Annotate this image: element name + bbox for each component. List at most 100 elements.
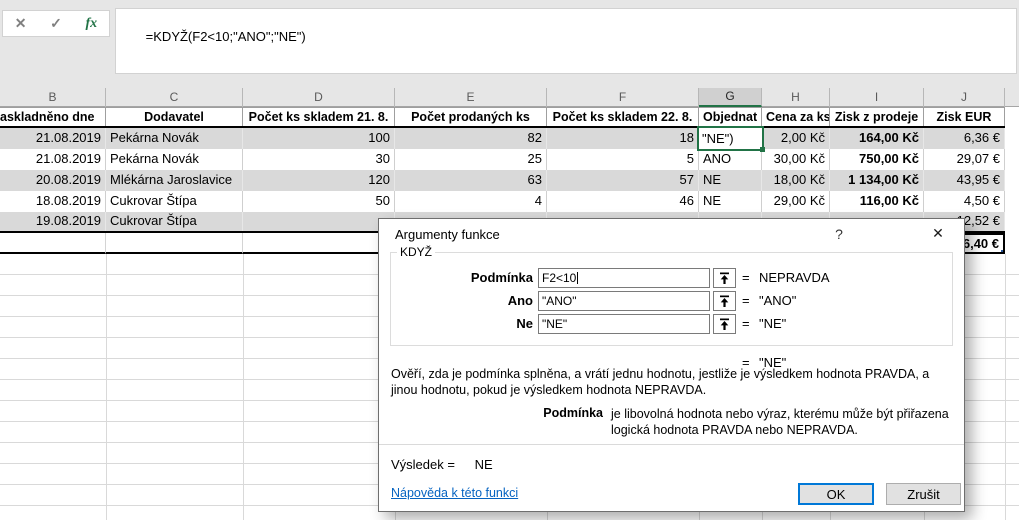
table-row: 21.08.2019 Pekárna Novák 30 25 5 ANO 30,… [0, 149, 1005, 170]
cell[interactable]: 63 [395, 170, 547, 191]
table-header-cell[interactable]: askladněno dne [0, 108, 106, 126]
cell[interactable]: 29,07 € [924, 149, 1005, 170]
column-header-g-selected[interactable]: G [699, 88, 762, 107]
column-header-d[interactable]: D [243, 88, 395, 107]
ne-value: "NE" [542, 317, 567, 331]
cell[interactable]: NE [699, 191, 762, 212]
cell[interactable]: 116,00 Kč [830, 191, 924, 212]
ano-input[interactable]: "ANO" [538, 291, 710, 311]
refedit-icon [719, 318, 730, 331]
close-icon[interactable]: ✕ [925, 225, 951, 242]
cell[interactable]: 1 134,00 Kč [830, 170, 924, 191]
cell[interactable]: 19.08.2019 [0, 212, 106, 231]
cell[interactable]: ANO [699, 149, 762, 170]
cell[interactable]: 18.08.2019 [0, 191, 106, 212]
cell[interactable]: 50 [243, 191, 395, 212]
collapse-dialog-button[interactable] [713, 314, 736, 334]
cancel-button[interactable]: Zrušit [886, 483, 961, 505]
cell[interactable]: 4 [395, 191, 547, 212]
table-header-cell[interactable]: Cena za ks [762, 108, 830, 126]
argument-label: Ne [391, 314, 533, 334]
cell[interactable]: Cukrovar Štípa [106, 212, 243, 231]
cell[interactable]: 43,95 € [924, 170, 1005, 191]
cell[interactable]: 6,36 € [924, 128, 1005, 149]
cell[interactable] [243, 212, 395, 231]
column-header-b[interactable]: B [0, 88, 106, 107]
cell[interactable]: 18 [547, 128, 699, 149]
refedit-icon [719, 295, 730, 308]
active-cell-g2[interactable]: "NE") [697, 126, 764, 151]
result-label: Výsledek = [391, 457, 455, 472]
table-header-cell[interactable]: Dodavatel [106, 108, 243, 126]
confirm-icon[interactable]: ✓ [50, 15, 62, 32]
argument-help-label: Podmínka [391, 406, 603, 420]
help-icon[interactable]: ? [829, 226, 849, 242]
formula-bar-buttons: ✕ ✓ fx [2, 10, 110, 37]
cell[interactable]: 120 [243, 170, 395, 191]
table-row: 20.08.2019 Mlékárna Jaroslavice 120 63 5… [0, 170, 1005, 191]
divider [379, 444, 964, 445]
table-header-cell[interactable]: Objednat [699, 108, 762, 126]
cell[interactable]: 30,00 Kč [762, 149, 830, 170]
gridline [106, 254, 107, 520]
cancel-icon[interactable]: ✕ [15, 15, 27, 32]
refedit-icon [719, 272, 730, 285]
cell[interactable]: 750,00 Kč [830, 149, 924, 170]
cell[interactable] [0, 233, 106, 254]
insert-function-icon[interactable]: fx [85, 16, 97, 32]
gridline [1005, 254, 1006, 520]
ano-value: "ANO" [542, 294, 577, 308]
formula-text: =KDYŽ(F2<10;"ANO";"NE") [146, 29, 306, 44]
cell[interactable]: 100 [243, 128, 395, 149]
cell[interactable]: Cukrovar Štípa [106, 191, 243, 212]
result-value: NE [475, 457, 493, 472]
cell[interactable]: 20.08.2019 [0, 170, 106, 191]
column-header-j[interactable]: J [924, 88, 1005, 107]
cell[interactable]: Pekárna Novák [106, 149, 243, 170]
column-header-e[interactable]: E [395, 88, 547, 107]
cell[interactable]: 29,00 Kč [762, 191, 830, 212]
column-header-c[interactable]: C [106, 88, 243, 107]
cell[interactable]: 57 [547, 170, 699, 191]
cell[interactable]: 21.08.2019 [0, 128, 106, 149]
cell[interactable]: 5 [547, 149, 699, 170]
gridline [243, 254, 244, 520]
cell[interactable]: 2,00 Kč [762, 128, 830, 149]
podminka-input[interactable]: F2<10 [538, 268, 710, 288]
table-header-cell[interactable]: Počet ks skladem 21. 8. [243, 108, 395, 126]
ne-input[interactable]: "NE" [538, 314, 710, 334]
cell[interactable]: Pekárna Novák [106, 128, 243, 149]
table-header-cell[interactable]: Počet ks skladem 22. 8. [547, 108, 699, 126]
cell[interactable]: 4,50 € [924, 191, 1005, 212]
column-headers-row: B C D E F G H I J [0, 88, 1019, 107]
table-header-cell[interactable]: Počet prodaných ks [395, 108, 547, 126]
column-header-f[interactable]: F [547, 88, 699, 107]
cell[interactable]: 25 [395, 149, 547, 170]
argument-result: "ANO" [759, 291, 796, 311]
function-help-link[interactable]: Nápověda k této funkci [391, 486, 518, 500]
column-header-h[interactable]: H [762, 88, 830, 107]
cell[interactable]: Mlékárna Jaroslavice [106, 170, 243, 191]
table-header-cell[interactable]: Zisk EUR [924, 108, 1005, 126]
cell[interactable]: 82 [395, 128, 547, 149]
cell[interactable]: 30 [243, 149, 395, 170]
collapse-dialog-button[interactable] [713, 268, 736, 288]
table-header-cell[interactable]: Zisk z prodeje [830, 108, 924, 126]
cell[interactable]: 46 [547, 191, 699, 212]
equals-sign: = [742, 268, 750, 288]
ok-button[interactable]: OK [798, 483, 874, 505]
cell[interactable] [243, 233, 395, 254]
cell[interactable]: 18,00 Kč [762, 170, 830, 191]
result-row: Výsledek = NE [391, 457, 493, 472]
column-header-i[interactable]: I [830, 88, 924, 107]
cell[interactable]: NE [699, 170, 762, 191]
text-cursor [577, 272, 578, 284]
cell[interactable] [106, 233, 243, 254]
cell[interactable]: 21.08.2019 [0, 149, 106, 170]
formula-input[interactable]: =KDYŽ(F2<10;"ANO";"NE") [115, 8, 1017, 74]
fill-handle[interactable] [760, 147, 765, 152]
formula-bar: ✕ ✓ fx =KDYŽ(F2<10;"ANO";"NE") [0, 0, 1019, 88]
table-row: 18.08.2019 Cukrovar Štípa 50 4 46 NE 29,… [0, 191, 1005, 212]
cell[interactable]: 164,00 Kč [830, 128, 924, 149]
collapse-dialog-button[interactable] [713, 291, 736, 311]
